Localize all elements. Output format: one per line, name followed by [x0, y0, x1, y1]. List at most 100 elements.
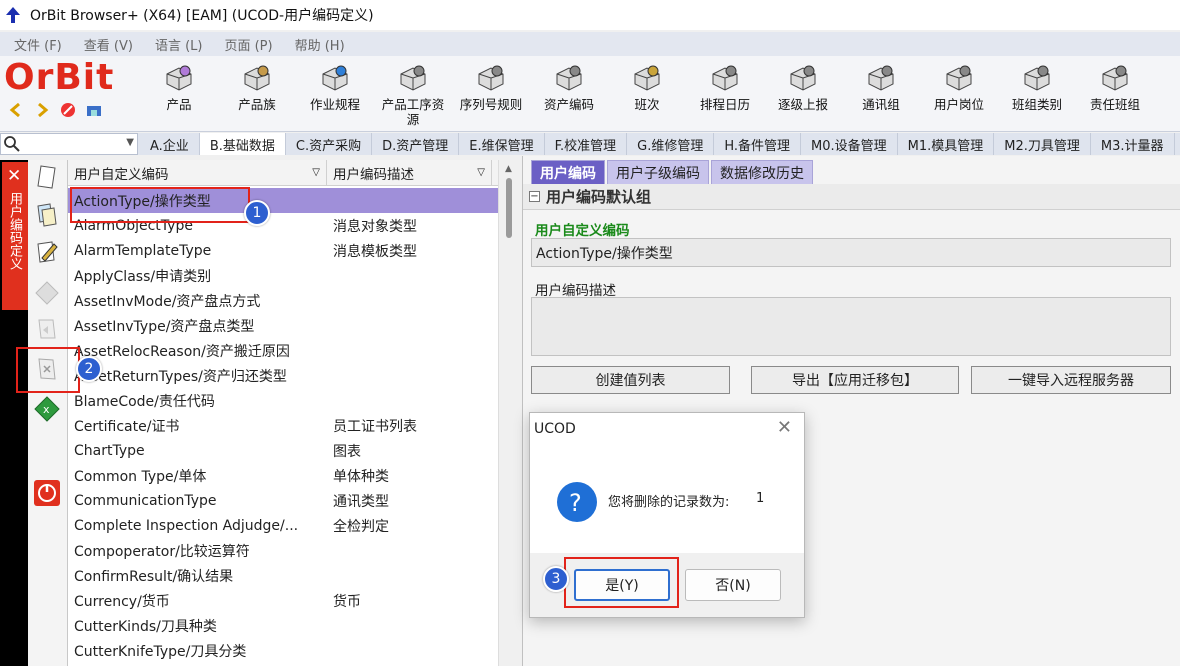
module-tab[interactable]: H.备件管理 [714, 133, 802, 155]
cell-desc: 全检判定 [333, 518, 389, 535]
toolbar-button-label: 排程日历 [699, 97, 750, 112]
group-header[interactable]: − 用户编码默认组 [523, 184, 1180, 210]
toolbar-button[interactable]: 作业规程 [296, 58, 374, 132]
orbit-power-icon[interactable] [32, 478, 62, 508]
table-row[interactable]: ChartType 图表 [68, 438, 498, 463]
table-row[interactable]: Common Type/单体 单体种类 [68, 463, 498, 488]
toolbar-button[interactable]: 逐级上报 [764, 58, 842, 132]
dialog-close-icon[interactable]: ✕ [777, 417, 792, 438]
detail-tab[interactable]: 数据修改历史 [711, 160, 813, 184]
scroll-up-icon[interactable]: ▲ [505, 164, 512, 174]
new-page-icon[interactable] [32, 162, 62, 192]
toolbar-button[interactable]: 资产编码 [530, 58, 608, 132]
cell-code: ConfirmResult/确认结果 [74, 568, 234, 585]
module-tab[interactable]: B.基础数据 [199, 133, 286, 155]
table-row[interactable]: AlarmTemplateType 消息模板类型 [68, 238, 498, 263]
create-value-list-button[interactable]: 创建值列表 [531, 366, 730, 394]
back-arrow-icon[interactable] [6, 100, 26, 120]
export-migration-button[interactable]: 导出【应用迁移包】 [751, 366, 959, 394]
toolbar-button-label: 资产编码 [543, 97, 594, 112]
cell-desc: 消息模板类型 [333, 243, 417, 260]
table-row[interactable]: CommunicationType 通讯类型 [68, 488, 498, 513]
module-tab[interactable]: G.维修管理 [627, 133, 715, 155]
module-tab[interactable]: M1.模具管理 [897, 133, 995, 155]
cell-code: AssetReturnTypes/资产归还类型 [74, 368, 287, 385]
group-title: 用户编码默认组 [546, 188, 652, 206]
module-tab[interactable]: E.维保管理 [459, 133, 545, 155]
toolbar-button[interactable]: 用户岗位 [920, 58, 998, 132]
cell-code: CutterKinds/刀具种类 [74, 618, 217, 635]
svg-text:x: x [43, 403, 50, 416]
toolbar-button[interactable]: 班次 [608, 58, 686, 132]
dialog-message: 您将删除的记录数为: [608, 495, 730, 510]
menu-view[interactable]: 查看 (V) [84, 35, 133, 54]
table-row[interactable]: AssetInvType/资产盘点类型 [68, 313, 498, 338]
toolbar-button[interactable]: 序列号规则 [452, 58, 530, 132]
edit-pencil-icon[interactable] [32, 236, 62, 266]
table-row[interactable]: CutterKnifeType/刀具分类 [68, 638, 498, 663]
table-row[interactable]: AssetReturnTypes/资产归还类型 [68, 363, 498, 388]
import-remote-button[interactable]: 一键导入远程服务器 [971, 366, 1171, 394]
menu-language[interactable]: 语言 (L) [155, 35, 203, 54]
menu-help[interactable]: 帮助 (H) [295, 35, 345, 54]
scroll-thumb[interactable] [506, 178, 512, 238]
forward-arrow-icon[interactable] [32, 100, 52, 120]
list-scrollbar[interactable]: ▲ [498, 160, 520, 666]
table-row[interactable]: Certificate/证书 员工证书列表 [68, 413, 498, 438]
menu-file[interactable]: 文件 (F) [14, 35, 62, 54]
copy-pages-icon[interactable] [32, 200, 62, 230]
table-row[interactable]: Compoperator/比较运算符 [68, 538, 498, 563]
module-tab[interactable]: C.资产采购 [285, 133, 373, 155]
filter-icon[interactable]: ▽ [312, 167, 320, 178]
table-row[interactable]: BlameCode/责任代码 [68, 388, 498, 413]
export-excel-icon[interactable]: x [32, 394, 62, 424]
table-row[interactable]: CutterKinds/刀具种类 [68, 613, 498, 638]
table-row[interactable]: ConfirmResult/确认结果 [68, 563, 498, 588]
toolbar-button[interactable]: 通讯组 [842, 58, 920, 132]
module-tab[interactable]: M0.设备管理 [801, 133, 898, 155]
detail-tab[interactable]: 用户编码 [531, 160, 605, 184]
column-label: 用户自定义编码 [74, 167, 169, 183]
module-tab[interactable]: M3.计量器 [1090, 133, 1175, 155]
toolbar-button[interactable]: 产品族 [218, 58, 296, 132]
toolbar-button[interactable]: 班组类别 [998, 58, 1076, 132]
search-input[interactable]: ▼ [0, 133, 138, 155]
collapse-icon[interactable]: − [529, 191, 540, 202]
close-icon[interactable]: ✕ [7, 166, 21, 186]
toolbar-button[interactable]: 排程日历 [686, 58, 764, 132]
toolbar-button[interactable]: 责任班组 [1076, 58, 1154, 132]
detail-tab[interactable]: 用户子级编码 [607, 160, 709, 184]
cell-code: AssetInvMode/资产盘点方式 [74, 293, 261, 310]
stop-icon[interactable] [58, 100, 78, 120]
table-row[interactable]: ApplyClass/申请类别 [68, 263, 498, 288]
cell-code: Compoperator/比较运算符 [74, 543, 250, 560]
menu-page[interactable]: 页面 (P) [224, 35, 272, 54]
filter-icon[interactable]: ▽ [477, 167, 485, 178]
orbit-logo: OrBit [4, 60, 132, 126]
module-tab[interactable]: F.校准管理 [544, 133, 628, 155]
step-marker-2: 2 [76, 356, 102, 382]
toolbar-button[interactable]: 产品工序资源 [374, 58, 452, 132]
product-icon [166, 65, 192, 91]
column-label: 用户编码描述 [333, 167, 414, 183]
step-marker-1: 1 [244, 200, 270, 226]
home-icon[interactable] [84, 100, 104, 120]
column-header-desc[interactable]: 用户编码描述 ▽ [327, 160, 492, 186]
table-row[interactable]: AssetInvMode/资产盘点方式 [68, 288, 498, 313]
table-row[interactable]: AssetRelocReason/资产搬迁原因 [68, 338, 498, 363]
side-tab[interactable]: ✕ 用户编码定义 [0, 160, 28, 666]
cell-code: ApplyClass/申请类别 [74, 268, 212, 285]
module-tab[interactable]: A.企业 [140, 133, 200, 155]
cell-desc: 图表 [333, 443, 361, 460]
module-tab[interactable]: M2.刀具管理 [994, 133, 1091, 155]
desc-field[interactable] [531, 297, 1171, 356]
module-tab[interactable]: D.资产管理 [372, 133, 460, 155]
code-field[interactable]: ActionType/操作类型 [531, 238, 1171, 267]
column-header-code[interactable]: 用户自定义编码 ▽ [68, 160, 327, 186]
undo-disabled-icon [32, 314, 62, 344]
table-row[interactable]: Currency/货币 货币 [68, 588, 498, 613]
table-row[interactable]: Complete Inspection Adjudge/... 全检判定 [68, 513, 498, 538]
toolbar-button[interactable]: 产品 [140, 58, 218, 132]
chevron-down-icon[interactable]: ▼ [126, 137, 134, 148]
no-button[interactable]: 否(N) [685, 569, 781, 601]
